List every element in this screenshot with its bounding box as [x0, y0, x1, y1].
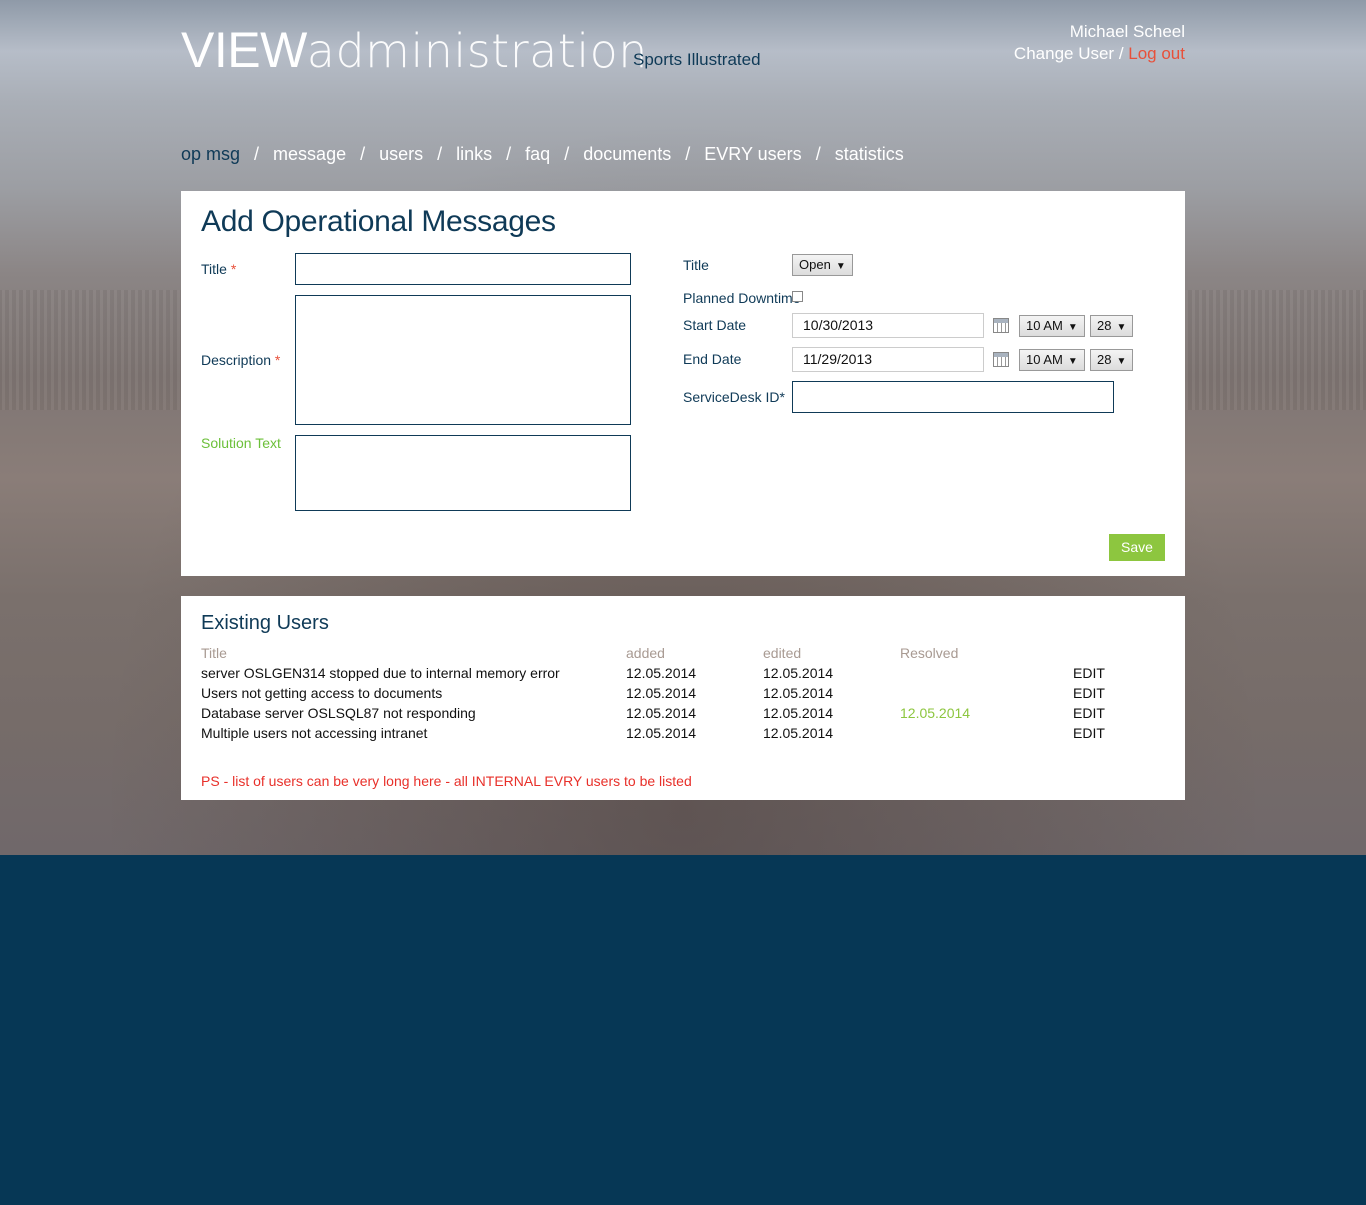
servicedesk-id-label: ServiceDesk ID*: [683, 389, 785, 405]
logout-link[interactable]: Log out: [1128, 44, 1185, 63]
nav-item-faq[interactable]: faq: [525, 144, 550, 165]
row-title: Multiple users not accessing intranet: [201, 725, 428, 741]
end-date-label: End Date: [683, 351, 742, 367]
start-date-input[interactable]: 10/30/2013: [792, 313, 984, 338]
page-title: Add Operational Messages: [201, 205, 556, 238]
section-title: Existing Users: [201, 612, 329, 634]
main-nav: op msg / message / users / links / faq /…: [181, 144, 904, 165]
nav-item-links[interactable]: links: [456, 144, 492, 165]
edit-link[interactable]: EDIT: [1073, 725, 1105, 741]
row-added: 12.05.2014: [626, 685, 697, 701]
row-edited: 12.05.2014: [763, 665, 834, 681]
change-user-link[interactable]: Change User: [1014, 44, 1114, 63]
servicedesk-id-input[interactable]: [792, 381, 1114, 413]
existing-users-panel: Existing Users Title added edited Resolv…: [181, 596, 1185, 800]
row-title: Users not getting access to documents: [201, 685, 443, 701]
description-textarea[interactable]: [295, 295, 631, 425]
add-message-panel: Add Operational Messages Title * Descrip…: [181, 191, 1185, 576]
column-header-resolved: Resolved: [900, 645, 959, 661]
column-header-edited: edited: [763, 645, 802, 661]
save-button[interactable]: Save: [1109, 534, 1165, 561]
nav-separator: /: [254, 144, 260, 164]
end-date-input[interactable]: 11/29/2013: [792, 347, 984, 372]
row-edited: 12.05.2014: [763, 705, 834, 721]
chevron-down-icon: ▼: [1116, 356, 1127, 367]
start-date-label: Start Date: [683, 317, 747, 333]
footer: [0, 855, 1366, 1205]
row-resolved: 12.05.2014: [900, 705, 971, 721]
calendar-icon[interactable]: [993, 352, 1009, 367]
row-title: server OSLGEN314 stopped due to internal…: [201, 665, 560, 681]
status-title-label: Title: [683, 257, 709, 273]
chevron-down-icon: ▼: [835, 261, 846, 272]
nav-item-op-msg[interactable]: op msg: [181, 144, 240, 165]
app-logo: VIEWadministration: [181, 22, 648, 78]
user-box: Michael Scheel Change User / Log out: [1014, 21, 1185, 65]
edit-link[interactable]: EDIT: [1073, 685, 1105, 701]
start-minute-select[interactable]: 28 ▼: [1090, 315, 1134, 337]
edit-link[interactable]: EDIT: [1073, 665, 1105, 681]
description-label: Description *: [201, 352, 281, 368]
chevron-down-icon: ▼: [1116, 322, 1127, 333]
calendar-icon[interactable]: [993, 318, 1009, 333]
column-header-title: Title: [201, 645, 227, 661]
nav-separator: /: [506, 144, 512, 164]
organization-name: Sports Illustrated: [633, 50, 761, 69]
row-edited: 12.05.2014: [763, 685, 834, 701]
end-minute-select[interactable]: 28 ▼: [1090, 349, 1134, 371]
title-label: Title *: [201, 261, 237, 277]
user-name: Michael Scheel: [1069, 22, 1185, 41]
nav-item-message[interactable]: message: [273, 144, 346, 165]
row-added: 12.05.2014: [626, 665, 697, 681]
title-input[interactable]: [295, 253, 631, 285]
row-title: Database server OSLSQL87 not responding: [201, 705, 476, 721]
solution-textarea[interactable]: [295, 435, 631, 511]
edit-link[interactable]: EDIT: [1073, 705, 1105, 721]
planned-downtime-checkbox[interactable]: [792, 291, 803, 302]
row-edited: 12.05.2014: [763, 725, 834, 741]
nav-separator: /: [437, 144, 443, 164]
nav-separator: /: [685, 144, 691, 164]
nav-separator: /: [815, 144, 821, 164]
status-select[interactable]: Open ▼: [792, 254, 853, 276]
row-added: 12.05.2014: [626, 705, 697, 721]
nav-separator: /: [564, 144, 570, 164]
user-links-separator: /: [1114, 44, 1129, 63]
column-header-added: added: [626, 645, 665, 661]
start-hour-select[interactable]: 10 AM ▼: [1019, 315, 1085, 337]
end-hour-select[interactable]: 10 AM ▼: [1019, 349, 1085, 371]
solution-text-label: Solution Text: [201, 435, 281, 451]
list-note: PS - list of users can be very long here…: [201, 773, 692, 789]
chevron-down-icon: ▼: [1067, 322, 1078, 333]
nav-item-statistics[interactable]: statistics: [835, 144, 904, 165]
row-added: 12.05.2014: [626, 725, 697, 741]
nav-separator: /: [360, 144, 366, 164]
nav-item-users[interactable]: users: [379, 144, 423, 165]
nav-item-evry-users[interactable]: EVRY users: [704, 144, 801, 165]
planned-downtime-label: Planned Downtime: [683, 290, 801, 306]
chevron-down-icon: ▼: [1067, 356, 1078, 367]
nav-item-documents[interactable]: documents: [583, 144, 671, 165]
